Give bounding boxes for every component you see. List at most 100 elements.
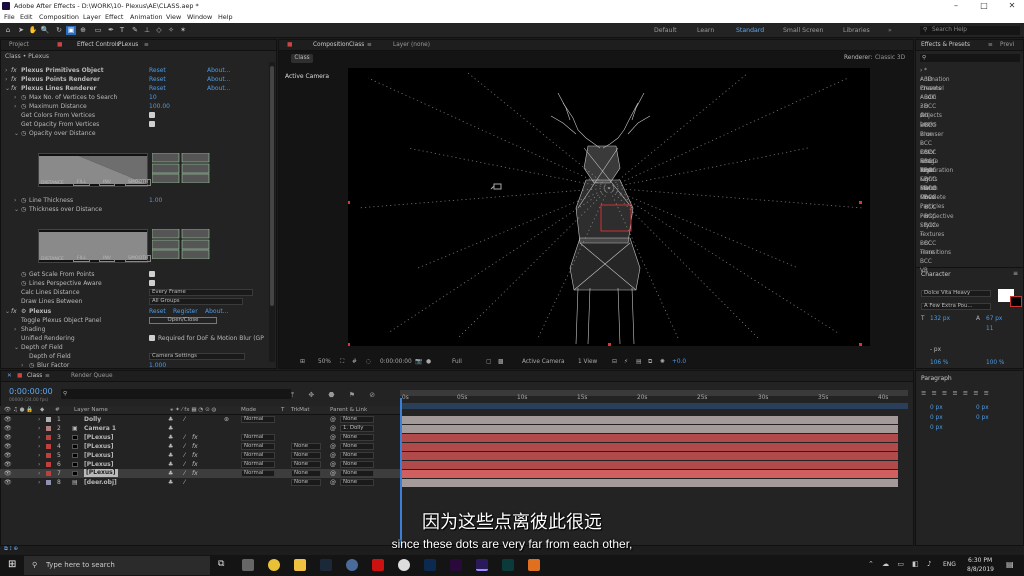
visibility-icon[interactable]: 👁 <box>4 469 12 478</box>
tab-composition[interactable]: Composition <box>313 40 349 51</box>
3d-layer-icon[interactable]: ⊛ <box>224 415 229 424</box>
effect-category[interactable]: › 3D Channel <box>920 76 944 92</box>
transparency-icon[interactable]: ▩ <box>498 357 503 367</box>
parent-dropdown[interactable]: 1. Dolly <box>340 425 374 432</box>
fx-icon[interactable]: fx <box>192 442 198 451</box>
layer-search-input[interactable]: ⚲ <box>61 389 291 399</box>
menu-file[interactable]: File <box>4 12 15 23</box>
effect-category[interactable]: › BCC Lights <box>920 167 938 183</box>
selection-tool-icon[interactable]: ➤ <box>16 26 26 35</box>
property-value[interactable]: 10 <box>149 93 157 102</box>
quality-icon[interactable]: ⁄ <box>184 433 185 442</box>
taskbar-search-input[interactable]: ⚲ Type here to search <box>24 556 210 575</box>
layer-row[interactable]: 👁 › 4 [PLexus] ♣ ⁄ fx Normal None @ None <box>0 442 400 451</box>
quality-icon[interactable]: ⁄ <box>184 442 185 451</box>
stopwatch-icon[interactable]: ◷ <box>21 279 26 288</box>
workspace-default[interactable]: Default <box>654 23 677 38</box>
visibility-icon[interactable]: 👁 <box>4 478 12 487</box>
label-column-icon[interactable]: ◆ <box>40 406 44 415</box>
mode-dropdown[interactable]: Normal <box>241 452 275 459</box>
menu-view[interactable]: View <box>166 12 181 23</box>
clock-time[interactable]: 6:30 PM <box>968 557 992 564</box>
effect-controls-target[interactable]: PLexus <box>118 40 138 51</box>
label-color[interactable] <box>46 453 51 458</box>
invert-button[interactable]: INV <box>99 255 115 262</box>
comp-navigator-chip[interactable]: Class <box>291 54 313 63</box>
about-link[interactable]: About... <box>207 66 230 75</box>
layer-duration-bar[interactable] <box>402 452 898 460</box>
roto-brush-icon[interactable]: ✧ <box>166 26 176 35</box>
shy-icon[interactable]: ♣ <box>168 424 173 433</box>
tab-preview[interactable]: Previ <box>1000 40 1014 51</box>
layer-duration-bar[interactable] <box>402 461 898 469</box>
visibility-icon[interactable]: 👁 <box>4 451 12 460</box>
grid-icon[interactable]: # <box>352 357 357 367</box>
mode-dropdown[interactable]: Normal <box>241 461 275 468</box>
orange-app-icon[interactable] <box>528 559 540 571</box>
reset-link[interactable]: Reset <box>149 75 166 84</box>
layer-name[interactable]: [PLexus] <box>84 433 114 442</box>
orbit-camera-icon[interactable]: ↻ <box>54 26 64 35</box>
puppet-tool-icon[interactable]: ✶ <box>178 26 188 35</box>
fx-icon[interactable]: fx <box>192 433 198 442</box>
layer-name[interactable]: [PLexus] <box>84 460 114 469</box>
trkmat-dropdown[interactable]: None <box>291 470 321 477</box>
label-color[interactable] <box>46 471 51 476</box>
property-value[interactable]: 1.000 <box>149 361 166 370</box>
fast-preview-icon[interactable]: ⚡ <box>624 357 628 367</box>
reset-link[interactable]: Reset <box>149 66 166 75</box>
checkbox[interactable] <box>149 271 155 277</box>
effect-row[interactable]: ⌄ fx ⚙ Plexus Reset Register About... <box>1 307 276 316</box>
pick-whip-icon[interactable]: @ <box>330 451 336 460</box>
shy-icon[interactable]: ♣ <box>168 478 173 487</box>
mask-icon[interactable]: ◌ <box>366 357 371 367</box>
system-tray-icons[interactable]: ⌃ ☁ ▭ ◧ ♪ <box>868 560 934 568</box>
snapshot-icon[interactable]: 📷 <box>415 357 422 367</box>
stopwatch-icon[interactable]: ◷ <box>21 196 26 205</box>
composition-viewer[interactable] <box>347 68 870 346</box>
netflix-icon[interactable] <box>372 559 384 571</box>
layer-duration-bar[interactable] <box>402 434 898 442</box>
label-color[interactable] <box>46 462 51 467</box>
t-header[interactable]: T <box>281 406 284 415</box>
region-icon[interactable]: ▢ <box>486 357 491 367</box>
pick-whip-icon[interactable]: @ <box>330 478 336 487</box>
smooth-button[interactable]: SMOOTH <box>125 179 152 186</box>
layer-name-header[interactable]: Layer Name <box>74 406 108 415</box>
menu-help[interactable]: Help <box>218 12 233 23</box>
tab-effect-controls[interactable]: Effect Controls <box>77 40 120 51</box>
mode-dropdown[interactable]: Normal <box>241 434 275 441</box>
gear-icon[interactable]: ⚙ <box>21 307 26 316</box>
panel-menu-icon[interactable]: ≡ <box>1013 270 1018 277</box>
menu-edit[interactable]: Edit <box>20 12 32 23</box>
property-value[interactable]: 1.00 <box>149 196 162 205</box>
effect-category[interactable]: › BCC Perspective <box>920 204 954 220</box>
shy-icon[interactable]: ♣ <box>168 433 173 442</box>
av-features-icons[interactable]: 👁 ♫ ● 🔒 <box>4 406 33 415</box>
stopwatch-icon[interactable]: ◷ <box>29 361 34 370</box>
effect-category[interactable]: › BCC Browser <box>920 122 944 138</box>
font-style-dropdown[interactable]: A Few Extra Pou... <box>921 303 991 310</box>
effect-category[interactable]: › BCC Match Move <box>920 176 938 201</box>
effect-category[interactable]: › BCC Textures <box>920 222 944 238</box>
notifications-icon[interactable]: ▤ <box>1006 560 1014 569</box>
stopwatch-icon[interactable]: ◷ <box>21 270 26 279</box>
checkbox[interactable] <box>149 121 155 127</box>
parent-dropdown[interactable]: None <box>340 434 374 441</box>
tab-class[interactable]: Class <box>27 371 42 382</box>
layer-duration-bar[interactable] <box>402 443 898 451</box>
fill-button[interactable]: FILL <box>73 255 91 262</box>
label-color[interactable] <box>46 417 51 422</box>
effect-category[interactable]: › * Animation Presets <box>920 67 950 92</box>
tracking-value[interactable]: 11 <box>986 326 993 332</box>
layer-row[interactable]: 👁 › 8 ▤ [deer.obj] ♣ ⁄ None @ None <box>0 478 400 487</box>
shy-icon[interactable]: ♣ <box>168 442 173 451</box>
timeline-switch-icons[interactable]: ⤒ ✥ ⬣ ⚑ ⊘ <box>291 389 391 401</box>
home-icon[interactable]: ⌂ <box>3 26 13 35</box>
rectangle-tool-icon[interactable]: ▭ <box>93 26 103 35</box>
font-size-value[interactable]: 132 px <box>930 316 950 322</box>
indent-left-value[interactable]: 0 px <box>930 405 943 411</box>
work-area-bar[interactable] <box>400 390 908 396</box>
quality-icon[interactable]: ⁄ <box>184 451 185 460</box>
chrome-icon[interactable] <box>268 559 280 571</box>
